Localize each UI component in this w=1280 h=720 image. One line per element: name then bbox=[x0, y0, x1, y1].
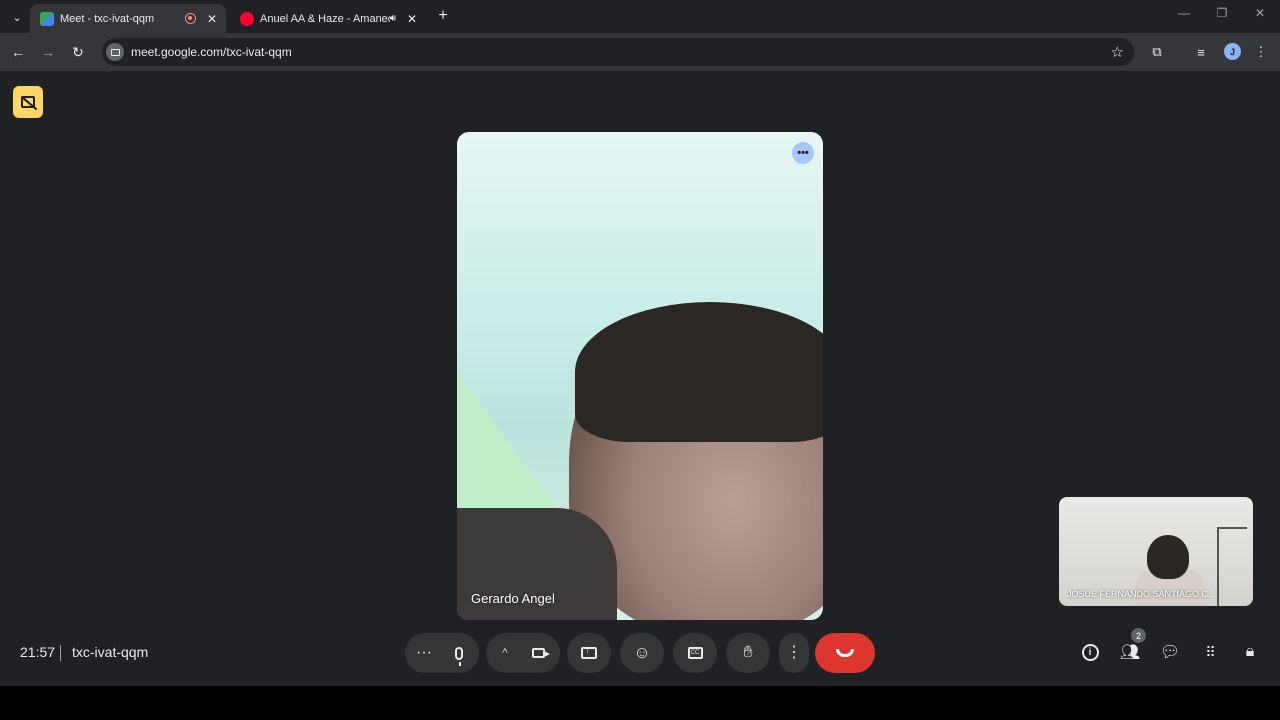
close-window-icon[interactable]: ✕ bbox=[1250, 6, 1270, 20]
address-bar[interactable]: meet.google.com/txc-ivat-qqm ☆ bbox=[102, 38, 1134, 66]
browser-tab-strip: ⌄ Meet - txc-ivat-qqm ✕ Anuel AA & Haze … bbox=[0, 0, 1280, 33]
tab-youtube[interactable]: Anuel AA & Haze - Amanec 🔊︎ ✕ bbox=[230, 4, 426, 33]
end-call-icon bbox=[836, 649, 854, 657]
url-text: meet.google.com/txc-ivat-qqm bbox=[131, 45, 292, 59]
tile-more-options-icon[interactable]: ••• bbox=[792, 142, 814, 164]
meet-stage: ••• Gerardo Angel JOSUE FERNANDO SANTIAG… bbox=[0, 71, 1280, 686]
extensions-icon[interactable]: ⧉ bbox=[1148, 43, 1166, 61]
video-settings-button[interactable]: ^ bbox=[490, 633, 520, 673]
video-background bbox=[457, 372, 567, 522]
divider bbox=[60, 645, 61, 661]
host-controls-button[interactable]: 🔒︎ bbox=[1239, 641, 1261, 663]
google-meet-favicon-icon bbox=[40, 11, 54, 26]
browser-toolbar: ← → ↻ meet.google.com/txc-ivat-qqm ☆ ⧉ ≡… bbox=[0, 33, 1280, 71]
speaker-icon[interactable]: 🔊︎ bbox=[390, 13, 396, 24]
new-tab-button[interactable]: + bbox=[434, 7, 452, 25]
present-screen-button[interactable] bbox=[567, 633, 611, 673]
site-info-icon[interactable] bbox=[106, 43, 124, 61]
present-screen-icon bbox=[581, 645, 597, 659]
apps-grid-icon: ⠿ bbox=[1205, 643, 1215, 660]
self-view-tile[interactable]: JOSUE FERNANDO SANTIAGO C... bbox=[1059, 497, 1253, 606]
people-icon: 👥︎ bbox=[1119, 644, 1141, 661]
tab-meet[interactable]: Meet - txc-ivat-qqm ✕ bbox=[30, 4, 226, 33]
letterbox-bar bbox=[0, 686, 1280, 720]
more-options-button[interactable]: ⋮ bbox=[779, 633, 809, 673]
info-icon: i bbox=[1081, 643, 1099, 661]
recording-indicator-icon bbox=[185, 13, 196, 24]
leave-call-button[interactable] bbox=[815, 633, 875, 673]
tab-search-chevron-icon[interactable]: ⌄ bbox=[6, 6, 28, 28]
close-tab-icon[interactable]: ✕ bbox=[404, 11, 420, 27]
hand-icon: ✋︎ bbox=[743, 644, 753, 661]
media-controls-icon[interactable]: ≡ bbox=[1192, 43, 1210, 61]
people-button[interactable]: 👥︎ bbox=[1119, 641, 1141, 663]
audio-settings-button[interactable]: ··· bbox=[409, 633, 439, 673]
lock-person-icon: 🔒︎ bbox=[1245, 643, 1255, 660]
microphone-button[interactable] bbox=[439, 633, 479, 673]
meeting-code: txc-ivat-qqm bbox=[72, 644, 149, 660]
self-participant-name: JOSUE FERNANDO SANTIAGO C... bbox=[1067, 589, 1216, 599]
chat-icon: 💬︎ bbox=[1159, 644, 1181, 661]
youtube-favicon-icon bbox=[240, 11, 254, 26]
participant-video-hair bbox=[575, 302, 823, 442]
tab-title: Meet - txc-ivat-qqm bbox=[60, 12, 155, 25]
camera-icon bbox=[531, 648, 550, 658]
reactions-button[interactable]: ☺ bbox=[620, 633, 664, 673]
profile-avatar[interactable]: J bbox=[1224, 43, 1241, 60]
captions-button[interactable]: CC bbox=[673, 633, 717, 673]
captions-icon: CC bbox=[687, 647, 703, 659]
meeting-details-button[interactable]: i bbox=[1079, 641, 1101, 663]
emoji-icon: ☺ bbox=[633, 643, 651, 662]
close-tab-icon[interactable]: ✕ bbox=[204, 11, 220, 27]
forward-button[interactable]: → bbox=[38, 42, 58, 62]
tab-title: Anuel AA & Haze - Amanec bbox=[260, 12, 390, 25]
browser-menu-icon[interactable]: ⋮ bbox=[1252, 43, 1270, 61]
bookmark-star-icon[interactable]: ☆ bbox=[1111, 43, 1124, 61]
chat-button[interactable]: 💬︎ bbox=[1159, 641, 1181, 663]
activities-button[interactable]: ⠿ bbox=[1199, 641, 1221, 663]
camera-button[interactable] bbox=[518, 633, 558, 673]
self-video-head bbox=[1147, 535, 1189, 579]
participant-name: Gerardo Angel bbox=[471, 591, 555, 606]
main-participant-tile: ••• Gerardo Angel bbox=[457, 132, 823, 620]
minimize-window-icon[interactable]: — bbox=[1174, 6, 1194, 20]
raise-hand-button[interactable]: ✋︎ bbox=[726, 633, 770, 673]
more-vert-icon: ⋮ bbox=[786, 644, 802, 661]
meeting-clock: 21:57 bbox=[20, 644, 56, 660]
microphone-icon bbox=[455, 646, 463, 666]
reload-button[interactable]: ↻ bbox=[68, 42, 88, 62]
camera-off-warning-icon[interactable] bbox=[13, 86, 43, 118]
restore-window-icon[interactable]: ❐ bbox=[1212, 6, 1232, 20]
back-button[interactable]: ← bbox=[8, 42, 28, 62]
